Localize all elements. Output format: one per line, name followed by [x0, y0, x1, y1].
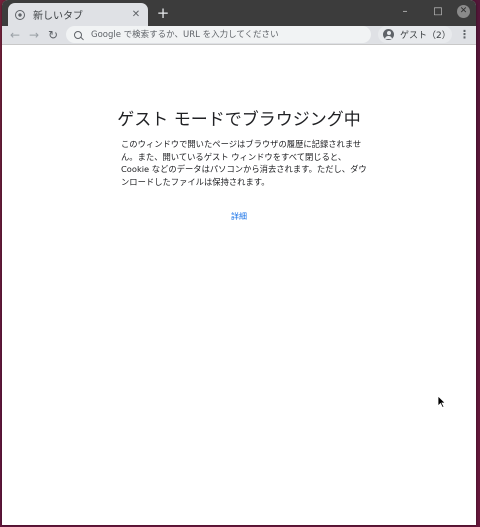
forward-button[interactable]: →	[27, 28, 41, 42]
menu-button[interactable]: ⋮	[459, 27, 470, 43]
minimize-button[interactable]: –	[398, 5, 412, 19]
learn-more-link[interactable]: 詳細	[2, 211, 476, 222]
mouse-pointer-icon	[437, 395, 446, 408]
maximize-button[interactable]: □	[431, 5, 445, 19]
page-content: ゲスト モードでブラウジング中 このウィンドウで開いたページはブラウザの履歴に記…	[2, 45, 476, 525]
reload-button[interactable]: ↻	[46, 28, 60, 42]
profile-button[interactable]: ゲスト（2）	[378, 26, 452, 43]
new-tab-button[interactable]: +	[155, 4, 171, 22]
tab-close-button[interactable]: ✕	[130, 9, 142, 20]
profile-label: ゲスト（2）	[400, 31, 451, 41]
avatar-icon	[383, 29, 394, 40]
tab-title: 新しいタブ	[33, 11, 83, 22]
page-description: このウィンドウで開いたページはブラウザの履歴に記録されません。また、開いているゲ…	[121, 139, 367, 187]
window-close-button[interactable]: ✕	[457, 5, 470, 18]
omnibox[interactable]	[66, 26, 371, 43]
back-button[interactable]: ←	[8, 28, 22, 42]
browser-window: 新しいタブ ✕ + – □ ✕ ← → ↻ ゲスト（2） ⋮ ゲスト モードでブ…	[2, 0, 476, 525]
page-title: ゲスト モードでブラウジング中	[117, 110, 361, 130]
globe-icon	[15, 9, 25, 20]
tab-new-tab[interactable]: 新しいタブ ✕	[8, 3, 148, 26]
toolbar: ← → ↻ ゲスト（2） ⋮	[2, 26, 476, 45]
search-icon	[74, 30, 82, 39]
tab-strip: 新しいタブ ✕ + – □ ✕	[2, 0, 476, 26]
omnibox-input[interactable]	[89, 28, 371, 41]
